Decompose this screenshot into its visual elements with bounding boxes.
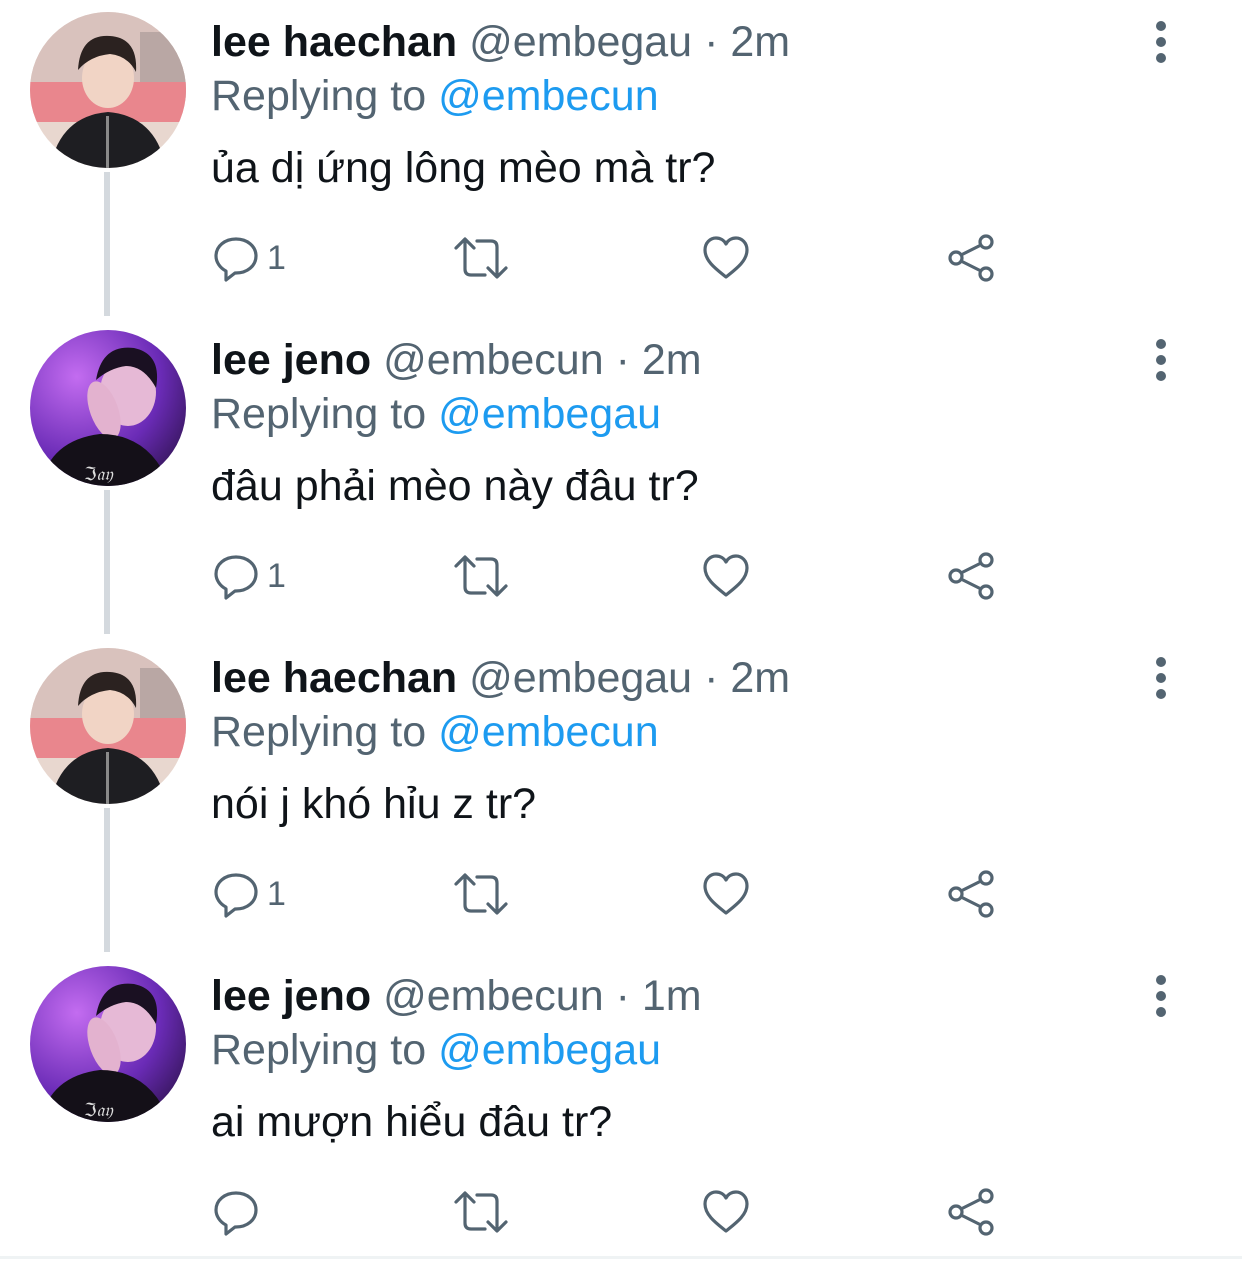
tweet-text: ủa dị ứng lông mèo mà tr?	[211, 144, 716, 192]
avatar[interactable]: ℑ𝔞𝔶	[30, 966, 186, 1122]
tweet-text: đâu phải mèo này đâu tr?	[211, 462, 699, 510]
action-bar: 1	[211, 546, 1031, 606]
timestamp[interactable]: 2m	[730, 654, 790, 702]
reply-button[interactable]: 1	[211, 864, 286, 924]
timestamp[interactable]: 2m	[730, 18, 790, 66]
svg-text:ℑ𝔞𝔶: ℑ𝔞𝔶	[84, 464, 113, 485]
replying-prefix: Replying to	[211, 390, 427, 438]
heart-icon	[703, 1190, 749, 1233]
jeno-avatar-image: ℑ𝔞𝔶	[30, 330, 186, 486]
retweet-icon	[454, 873, 508, 915]
tweet-text: ai mượn hiểu đâu tr?	[211, 1098, 613, 1146]
display-name[interactable]: lee haechan	[211, 18, 457, 66]
like-button[interactable]	[701, 864, 751, 924]
tweet-header: lee jeno @embecun · 2m	[211, 334, 702, 386]
retweet-icon	[454, 1191, 508, 1233]
replying-to: Replying to @embecun	[211, 70, 659, 122]
haechan-avatar-image	[30, 648, 186, 804]
action-bar: 1	[211, 228, 1031, 288]
like-button[interactable]	[701, 228, 751, 288]
jeno-avatar-image: ℑ𝔞𝔶	[30, 966, 186, 1122]
tweet[interactable]: ℑ𝔞𝔶 lee jeno @embecun · 2m Replying to @…	[0, 318, 1242, 636]
replying-prefix: Replying to	[211, 1026, 427, 1074]
replying-to: Replying to @embegau	[211, 388, 661, 440]
share-icon	[948, 552, 994, 600]
display-name[interactable]: lee haechan	[211, 654, 457, 702]
replying-prefix: Replying to	[211, 72, 427, 120]
retweet-button[interactable]	[453, 1182, 509, 1242]
reply-icon	[214, 555, 258, 600]
reply-button[interactable]	[211, 1182, 267, 1242]
handle[interactable]: @embecun	[383, 972, 604, 1020]
tweet[interactable]: lee haechan @embegau · 2m Replying to @e…	[0, 0, 1242, 318]
retweet-button[interactable]	[453, 228, 509, 288]
tweet[interactable]: lee haechan @embegau · 2m Replying to @e…	[0, 636, 1242, 954]
timestamp[interactable]: 2m	[642, 336, 702, 384]
retweet-icon	[454, 555, 508, 597]
svg-text:ℑ𝔞𝔶: ℑ𝔞𝔶	[84, 1100, 113, 1121]
replying-to: Replying to @embecun	[211, 706, 659, 758]
more-button[interactable]	[1138, 334, 1184, 390]
retweet-button[interactable]	[453, 546, 509, 606]
replying-mention[interactable]: @embegau	[438, 390, 661, 438]
timestamp[interactable]: 1m	[642, 972, 702, 1020]
handle[interactable]: @embegau	[469, 654, 692, 702]
avatar[interactable]: ℑ𝔞𝔶	[30, 330, 186, 486]
share-button[interactable]	[946, 864, 998, 924]
reply-count: 1	[267, 874, 286, 913]
replying-mention[interactable]: @embegau	[438, 1026, 661, 1074]
handle[interactable]: @embegau	[469, 18, 692, 66]
separator: ·	[615, 972, 630, 1020]
replying-mention[interactable]: @embecun	[438, 708, 659, 756]
like-button[interactable]	[701, 1182, 751, 1242]
more-vertical-icon	[1156, 657, 1166, 699]
haechan-avatar-image	[30, 12, 186, 168]
more-button[interactable]	[1138, 970, 1184, 1026]
heart-icon	[703, 236, 749, 279]
share-button[interactable]	[946, 1182, 998, 1242]
action-bar	[211, 1182, 1031, 1242]
more-vertical-icon	[1156, 975, 1166, 1017]
display-name[interactable]: lee jeno	[211, 972, 371, 1020]
replying-to: Replying to @embegau	[211, 1024, 661, 1076]
tweet-header: lee haechan @embegau · 2m	[211, 16, 790, 68]
reply-button[interactable]: 1	[211, 228, 286, 288]
display-name[interactable]: lee jeno	[211, 336, 371, 384]
more-button[interactable]	[1138, 16, 1184, 72]
tweet-text: nói j khó hỉu z tr?	[211, 780, 537, 828]
like-button[interactable]	[701, 546, 751, 606]
share-button[interactable]	[946, 228, 998, 288]
retweet-button[interactable]	[453, 864, 509, 924]
reply-count: 1	[267, 238, 286, 277]
share-icon	[948, 234, 994, 282]
replying-mention[interactable]: @embecun	[438, 72, 659, 120]
reply-count: 1	[267, 556, 286, 595]
reply-button[interactable]: 1	[211, 546, 286, 606]
avatar[interactable]	[30, 12, 186, 168]
more-vertical-icon	[1156, 339, 1166, 381]
tweet[interactable]: ℑ𝔞𝔶 lee jeno @embecun · 1m Replying to @…	[0, 954, 1242, 1272]
reply-icon	[214, 1191, 258, 1236]
reply-icon	[214, 237, 258, 282]
heart-icon	[703, 872, 749, 915]
action-bar: 1	[211, 864, 1031, 924]
heart-icon	[703, 554, 749, 597]
tweet-header: lee jeno @embecun · 1m	[211, 970, 702, 1022]
share-icon	[948, 870, 994, 918]
more-button[interactable]	[1138, 652, 1184, 708]
share-icon	[948, 1188, 994, 1236]
retweet-icon	[454, 237, 508, 279]
handle[interactable]: @embecun	[383, 336, 604, 384]
share-button[interactable]	[946, 546, 998, 606]
separator: ·	[704, 18, 719, 66]
replying-prefix: Replying to	[211, 708, 427, 756]
avatar[interactable]	[30, 648, 186, 804]
more-vertical-icon	[1156, 21, 1166, 63]
separator: ·	[704, 654, 719, 702]
separator: ·	[615, 336, 630, 384]
tweet-header: lee haechan @embegau · 2m	[211, 652, 790, 704]
reply-icon	[214, 873, 258, 918]
